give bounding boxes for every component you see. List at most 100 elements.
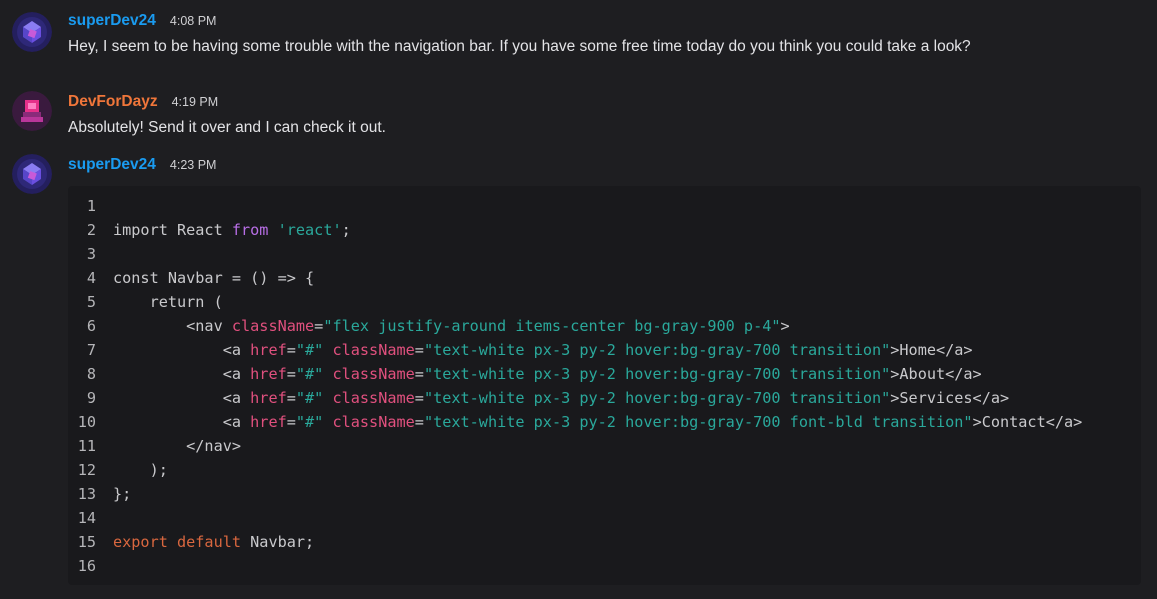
line-number: 7 <box>86 341 96 359</box>
code-text: <a href="#" className="text-white px-3 p… <box>113 386 1009 410</box>
code-text: }; <box>113 482 131 506</box>
code-token: > <box>780 317 790 335</box>
code-line: 3 <box>68 242 96 266</box>
code-line: 10 <a href="#" className="text-white px-… <box>68 410 1083 434</box>
line-number: 5 <box>86 293 96 311</box>
line-number: 3 <box>86 245 96 263</box>
code-token: href <box>250 389 287 407</box>
message-text: Absolutely! Send it over and I can check… <box>68 119 386 136</box>
code-token: "#" <box>295 389 324 407</box>
line-number: 1 <box>86 197 96 215</box>
cube-avatar-icon[interactable] <box>12 154 52 194</box>
code-token: "text-white px-3 py-2 hover:bg-gray-700 … <box>423 413 973 431</box>
code-text: <a href="#" className="text-white px-3 p… <box>113 410 1083 434</box>
line-number: 6 <box>86 317 96 335</box>
code-line: 11 </nav> <box>68 434 241 458</box>
code-token: "#" <box>295 341 324 359</box>
code-token: 'react' <box>277 221 342 239</box>
line-number: 8 <box>86 365 96 383</box>
timestamp: 4:23 PM <box>169 158 217 172</box>
message-text: Hey, I seem to be having some trouble wi… <box>68 38 971 55</box>
code-token: >Services</a> <box>890 389 1010 407</box>
code-text: <nav className="flex justify-around item… <box>113 314 790 338</box>
code-token: <a <box>113 413 251 431</box>
code-token: className <box>332 389 415 407</box>
code-token: = <box>286 365 296 383</box>
code-token: = <box>414 341 424 359</box>
code-token: "text-white px-3 py-2 hover:bg-gray-700 … <box>423 341 891 359</box>
pink-avatar-icon[interactable] <box>12 91 52 131</box>
cube-avatar-icon[interactable] <box>12 12 52 52</box>
code-line: 4 const Navbar = () => { <box>68 266 314 290</box>
code-token: = <box>286 389 296 407</box>
code-text: <a href="#" className="text-white px-3 p… <box>113 338 973 362</box>
code-token: className <box>332 413 415 431</box>
code-token: = <box>414 413 424 431</box>
code-token: href <box>250 413 287 431</box>
line-number: 15 <box>77 533 96 551</box>
code-line: 5 return ( <box>68 290 223 314</box>
code-token: >Contact</a> <box>972 413 1083 431</box>
code-text: import React from 'react'; <box>113 218 351 242</box>
code-token: return ( <box>113 293 223 311</box>
code-line: 1 <box>68 194 96 218</box>
code-token: "flex justify-around items-center bg-gra… <box>323 317 781 335</box>
message-header: superDev24 4:08 PM <box>68 12 216 32</box>
code-line: 12 ); <box>68 458 168 482</box>
code-text: const Navbar = () => { <box>113 266 314 290</box>
code-token: <a <box>113 365 251 383</box>
code-token: className <box>332 341 415 359</box>
message-header: superDev24 4:23 PM <box>68 156 216 176</box>
code-line: 16 <box>68 554 96 578</box>
code-text: </nav> <box>113 434 241 458</box>
line-number: 11 <box>77 437 96 455</box>
code-text: ); <box>113 458 168 482</box>
line-number: 14 <box>77 509 96 527</box>
username[interactable]: DevForDayz <box>68 93 158 110</box>
line-number: 13 <box>77 485 96 503</box>
code-token: <a <box>113 341 251 359</box>
code-token: ; <box>341 221 351 239</box>
code-line: 8 <a href="#" className="text-white px-3… <box>68 362 982 386</box>
timestamp: 4:08 PM <box>169 14 217 28</box>
username[interactable]: superDev24 <box>68 156 156 173</box>
code-token: = <box>414 389 424 407</box>
code-token: from <box>231 221 269 239</box>
code-line: 14 <box>68 506 96 530</box>
code-token: <a <box>113 389 251 407</box>
code-token: ); <box>113 461 168 479</box>
code-token: Navbar; <box>241 533 315 551</box>
code-token: >Home</a> <box>890 341 973 359</box>
code-text: <a href="#" className="text-white px-3 p… <box>113 362 982 386</box>
code-token: export default <box>113 533 242 551</box>
code-token: className <box>231 317 315 335</box>
code-token: import React <box>113 221 232 239</box>
code-line: 13}; <box>68 482 132 506</box>
line-number: 12 <box>77 461 96 479</box>
line-number: 2 <box>86 221 96 239</box>
code-text: export default Navbar; <box>113 530 314 554</box>
code-token: </nav> <box>113 437 242 455</box>
line-number: 16 <box>77 557 96 575</box>
code-token: "text-white px-3 py-2 hover:bg-gray-700 … <box>423 365 891 383</box>
code-text: return ( <box>113 290 223 314</box>
code-line: 15 export default Navbar; <box>68 530 314 554</box>
code-line: 9 <a href="#" className="text-white px-3… <box>68 386 1009 410</box>
line-number: 9 <box>86 389 96 407</box>
code-token: "text-white px-3 py-2 hover:bg-gray-700 … <box>423 389 891 407</box>
code-token: "#" <box>295 413 324 431</box>
code-line: 7 <a href="#" className="text-white px-3… <box>68 338 973 362</box>
code-token: >About</a> <box>890 365 982 383</box>
code-line: 6 <nav className="flex justify-around it… <box>68 314 790 338</box>
username[interactable]: superDev24 <box>68 12 156 29</box>
timestamp: 4:19 PM <box>171 95 219 109</box>
code-token: }; <box>113 485 132 503</box>
code-token: = <box>286 341 296 359</box>
code-token: = <box>314 317 324 335</box>
code-token: const Navbar = () => { <box>113 269 315 287</box>
message-header: DevForDayz 4:19 PM <box>68 93 218 113</box>
code-block[interactable]: 1 2 import React from 'react'; 3 4 const Navb… <box>68 186 1141 585</box>
code-line: 2 import React from 'react'; <box>68 218 351 242</box>
code-token: = <box>286 413 296 431</box>
